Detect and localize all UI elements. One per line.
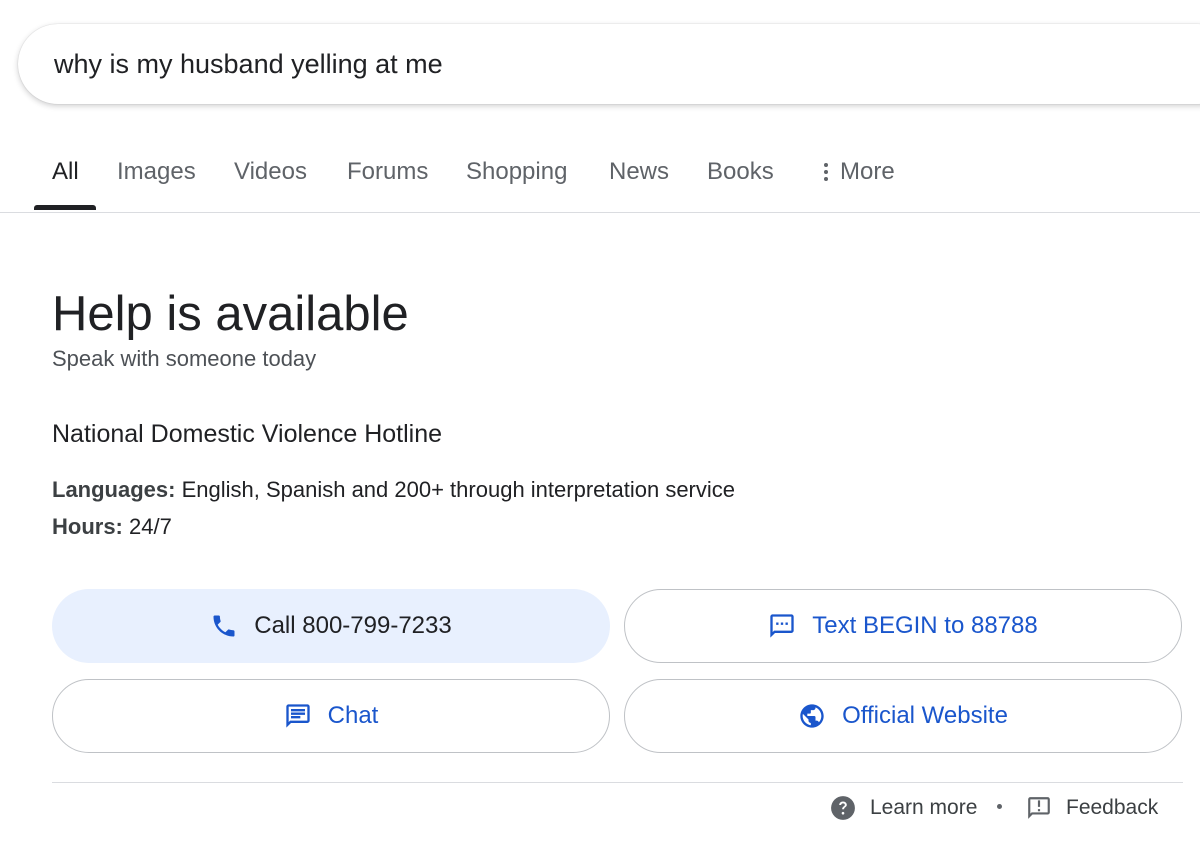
tab-more[interactable]: More bbox=[824, 158, 895, 186]
tab-more-label: More bbox=[840, 158, 895, 185]
help-title: Help is available bbox=[52, 287, 409, 341]
footer-separator bbox=[997, 804, 1002, 809]
tab-forums[interactable]: Forums bbox=[347, 158, 428, 186]
help-circle-icon bbox=[831, 796, 855, 820]
tab-books[interactable]: Books bbox=[707, 158, 774, 186]
languages-label: Languages: bbox=[52, 477, 176, 502]
languages-info: Languages: English, Spanish and 200+ thr… bbox=[52, 477, 735, 503]
search-bar[interactable] bbox=[18, 24, 1200, 104]
sms-icon bbox=[770, 614, 794, 638]
learn-more-label: Learn more bbox=[870, 796, 978, 819]
chat-button-label: Chat bbox=[327, 702, 379, 729]
chat-button[interactable]: Chat bbox=[52, 679, 610, 753]
tab-images[interactable]: Images bbox=[117, 158, 196, 186]
tab-videos[interactable]: Videos bbox=[234, 158, 307, 186]
active-tab-indicator bbox=[34, 205, 96, 210]
languages-value: English, Spanish and 200+ through interp… bbox=[175, 477, 735, 502]
search-input[interactable] bbox=[54, 46, 1054, 82]
feedback-icon bbox=[1028, 797, 1050, 819]
text-button-label: Text BEGIN to 88788 bbox=[812, 612, 1038, 639]
search-results-page: All Images Videos Forums Shopping News B… bbox=[0, 0, 1200, 858]
official-website-button[interactable]: Official Website bbox=[624, 679, 1182, 753]
search-tabs: All Images Videos Forums Shopping News B… bbox=[0, 130, 1200, 213]
learn-more-link[interactable]: Learn more bbox=[830, 795, 977, 821]
globe-icon bbox=[800, 704, 824, 728]
hours-label: Hours: bbox=[52, 514, 123, 539]
hours-value: 24/7 bbox=[122, 514, 172, 539]
phone-icon bbox=[213, 615, 235, 637]
call-button[interactable]: Call 800-799-7233 bbox=[52, 589, 610, 663]
tab-all[interactable]: All bbox=[52, 158, 79, 186]
tab-news[interactable]: News bbox=[609, 158, 669, 186]
kebab-icon bbox=[824, 163, 828, 181]
official-website-button-label: Official Website bbox=[842, 702, 1008, 729]
text-button[interactable]: Text BEGIN to 88788 bbox=[624, 589, 1182, 663]
feedback-link[interactable]: Feedback bbox=[1026, 795, 1158, 821]
hotline-name: National Domestic Violence Hotline bbox=[52, 420, 443, 448]
hours-info: Hours: 24/7 bbox=[52, 514, 172, 540]
call-button-label: Call 800-799-7233 bbox=[254, 612, 452, 639]
tab-shopping[interactable]: Shopping bbox=[466, 158, 567, 186]
chat-icon bbox=[285, 704, 310, 728]
help-subtitle: Speak with someone today bbox=[52, 346, 317, 371]
divider bbox=[52, 782, 1183, 783]
feedback-label: Feedback bbox=[1066, 796, 1159, 819]
